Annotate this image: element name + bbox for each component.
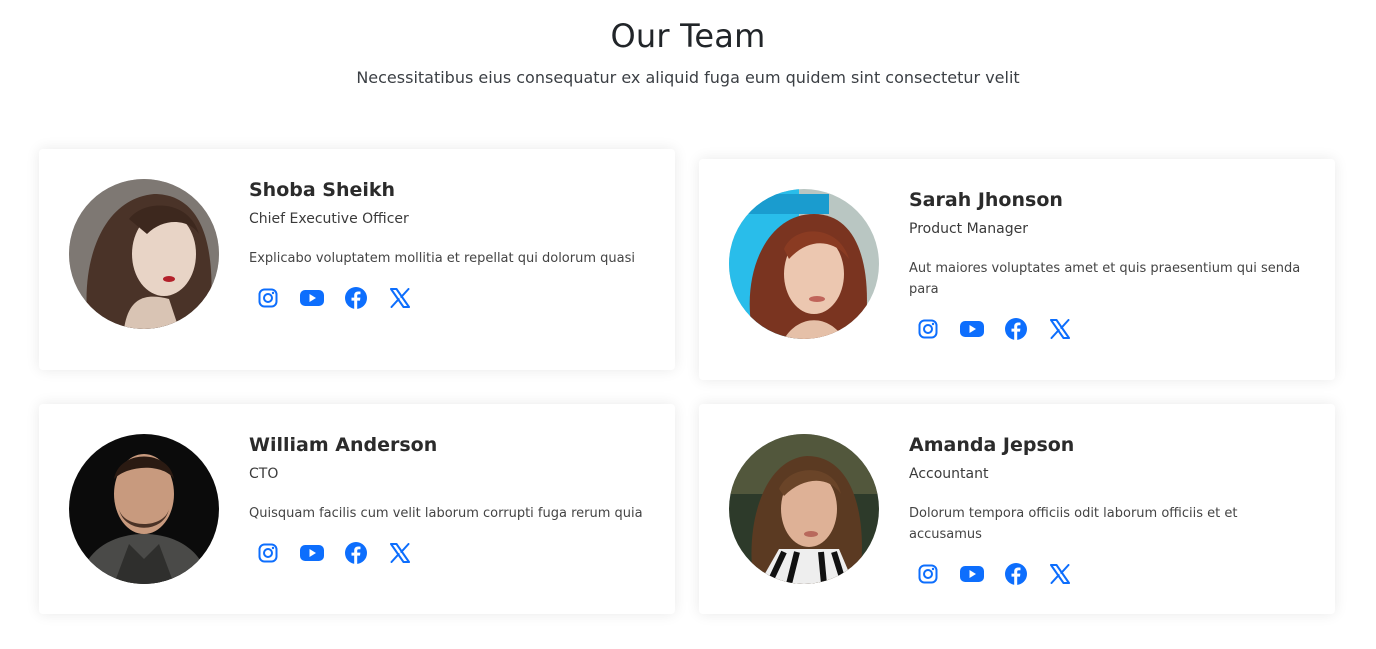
social-links	[909, 316, 1309, 342]
x-icon[interactable]	[387, 540, 413, 566]
facebook-icon[interactable]	[1003, 561, 1029, 587]
social-links	[249, 540, 649, 566]
section-title: Our Team	[610, 17, 766, 55]
x-icon[interactable]	[387, 285, 413, 311]
avatar	[69, 179, 219, 329]
youtube-icon[interactable]	[299, 540, 325, 566]
member-name: Amanda Jepson	[909, 434, 1075, 456]
youtube-icon[interactable]	[959, 316, 985, 342]
facebook-icon[interactable]	[1003, 316, 1029, 342]
member-name: Shoba Sheikh	[249, 179, 396, 201]
facebook-icon[interactable]	[343, 285, 369, 311]
member-name: Sarah Jhonson	[909, 189, 1063, 211]
member-role: CTO	[249, 466, 279, 482]
member-role: Chief Executive Officer	[249, 211, 409, 227]
avatar	[729, 189, 879, 339]
team-member-card: Shoba Sheikh Chief Executive Officer Exp…	[39, 149, 675, 370]
instagram-icon[interactable]	[255, 285, 281, 311]
social-links	[249, 285, 649, 311]
member-name: William Anderson	[249, 434, 438, 456]
member-description: Aut maiores voluptates amet et quis prae…	[909, 261, 1301, 297]
x-icon[interactable]	[1047, 316, 1073, 342]
avatar	[729, 434, 879, 584]
team-member-card: Amanda Jepson Accountant Dolorum tempora…	[699, 404, 1335, 614]
member-description: Explicabo voluptatem mollitia et repella…	[249, 251, 635, 266]
instagram-icon[interactable]	[915, 561, 941, 587]
member-description: Dolorum tempora officiis odit laborum of…	[909, 506, 1238, 542]
youtube-icon[interactable]	[959, 561, 985, 587]
team-member-card: Sarah Jhonson Product Manager Aut maiore…	[699, 159, 1335, 380]
team-member-card: William Anderson CTO Quisquam facilis cu…	[39, 404, 675, 614]
member-role: Accountant	[909, 466, 989, 482]
x-icon[interactable]	[1047, 561, 1073, 587]
instagram-icon[interactable]	[915, 316, 941, 342]
youtube-icon[interactable]	[299, 285, 325, 311]
facebook-icon[interactable]	[343, 540, 369, 566]
social-links	[909, 561, 1309, 587]
section-subtitle: Necessitatibus eius consequatur ex aliqu…	[356, 68, 1020, 87]
avatar	[69, 434, 219, 584]
member-role: Product Manager	[909, 221, 1028, 237]
instagram-icon[interactable]	[255, 540, 281, 566]
member-description: Quisquam facilis cum velit laborum corru…	[249, 506, 643, 521]
